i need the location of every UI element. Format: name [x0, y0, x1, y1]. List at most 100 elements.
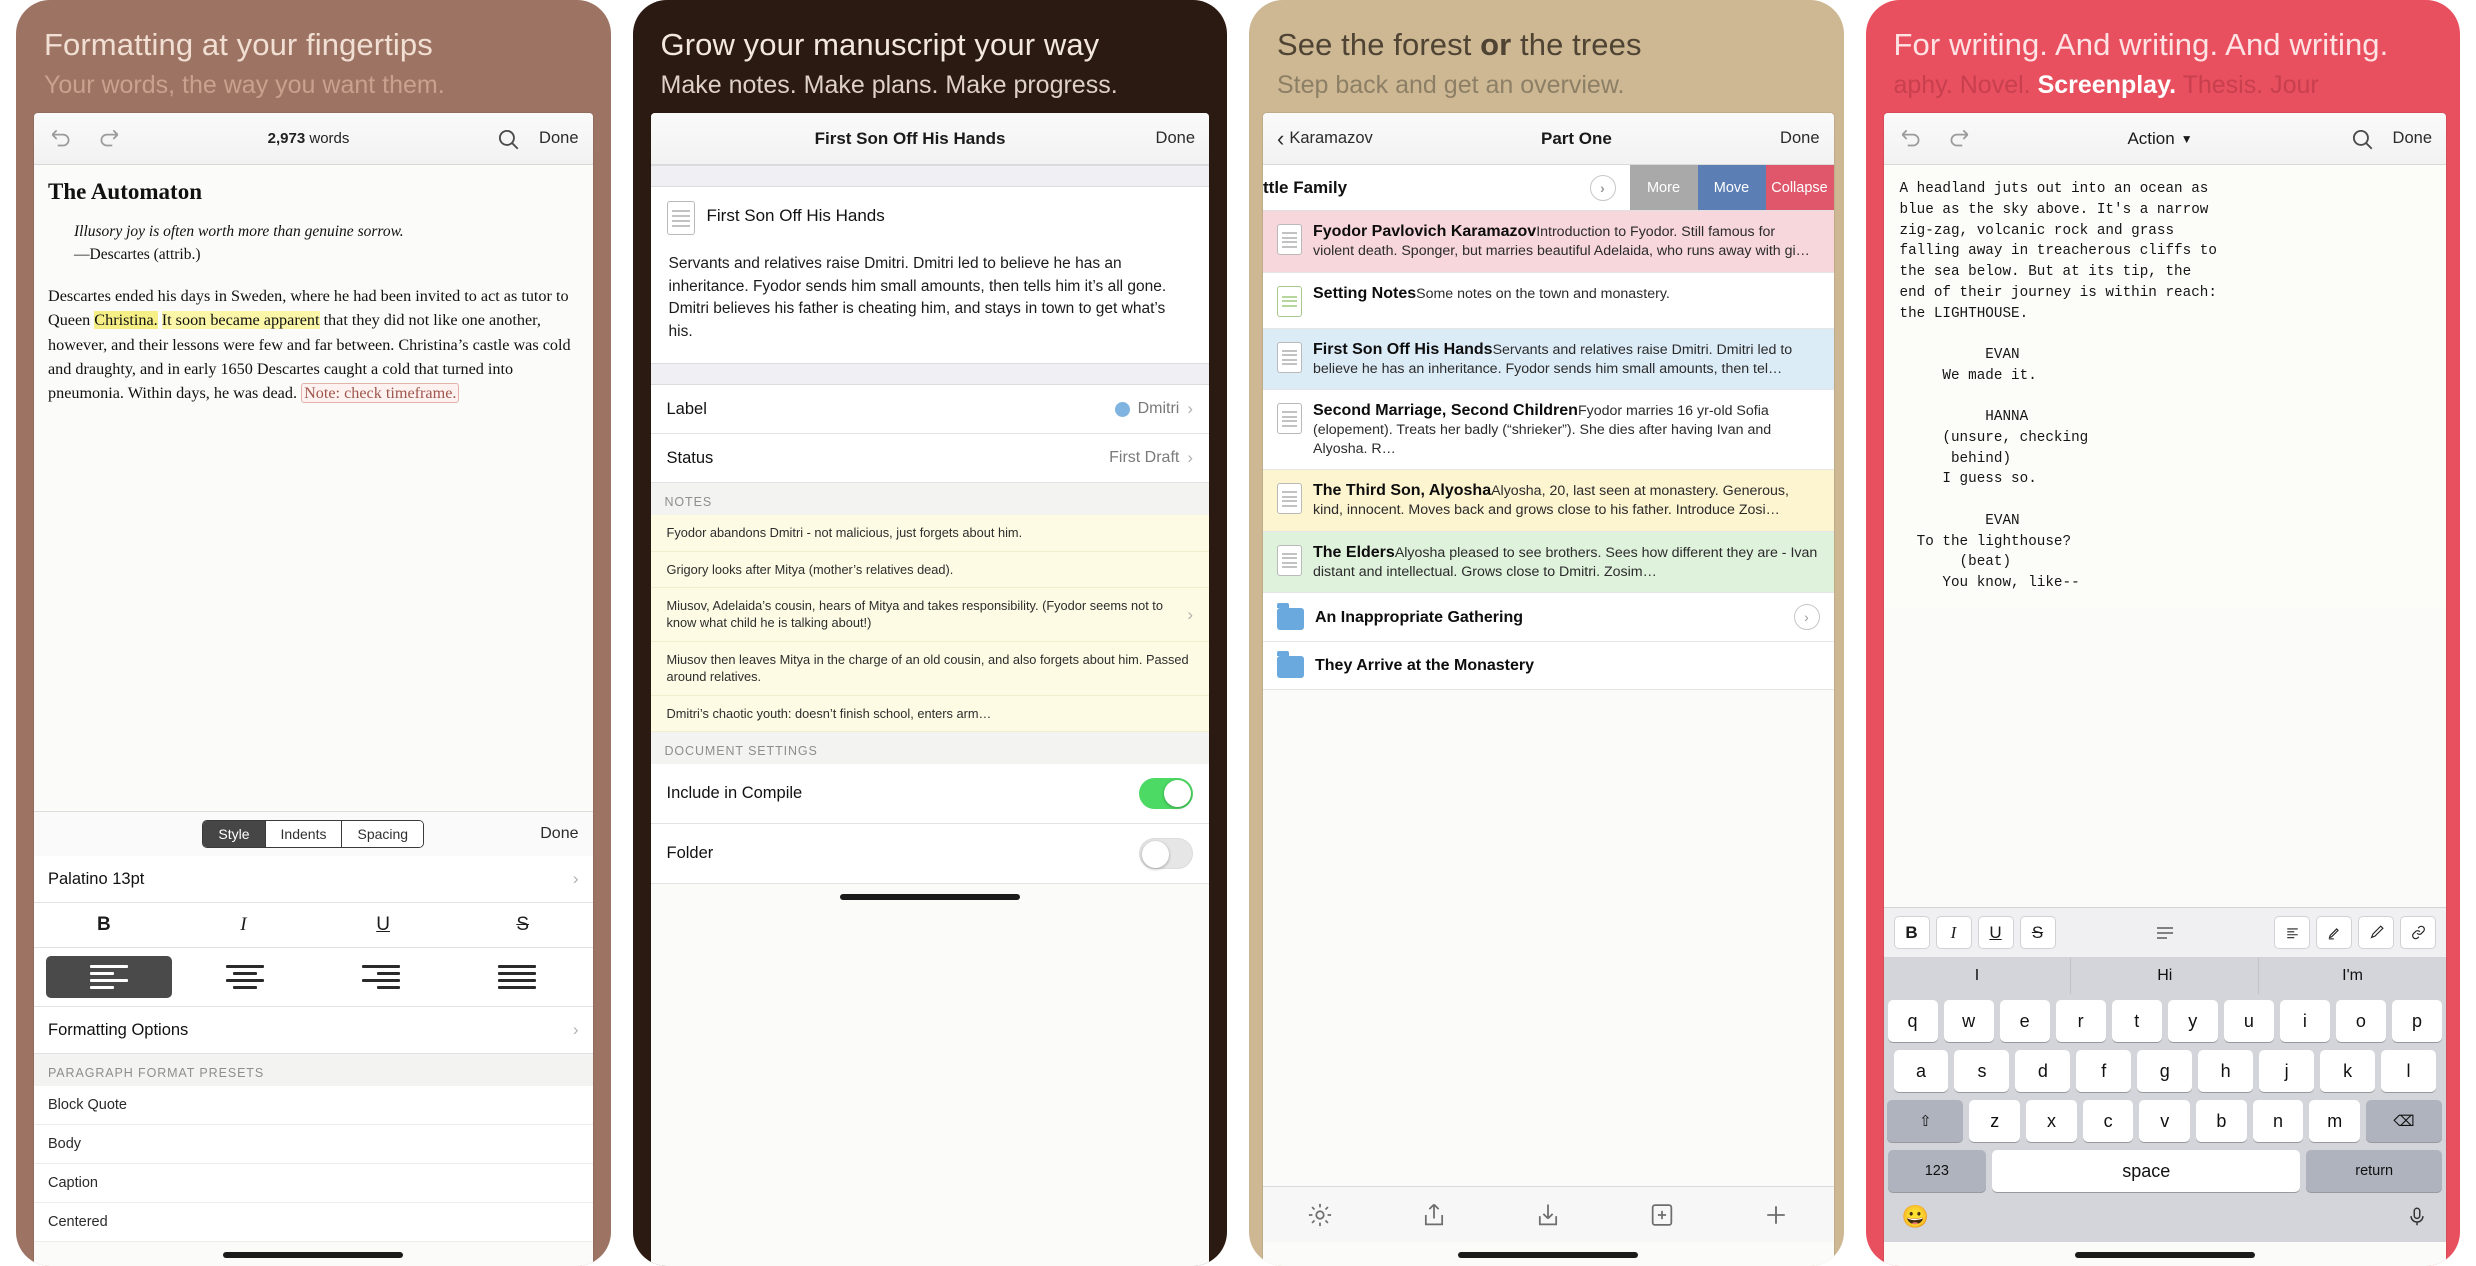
note-item[interactable]: Grigory looks after Mitya (mother’s rela… — [650, 552, 1209, 588]
label-row[interactable]: Label Dmitri › — [650, 385, 1209, 435]
note-item[interactable]: Miusov, Adelaida’s cousin, hears of Mity… — [650, 588, 1209, 642]
numbers-key[interactable]: 123 — [1887, 1150, 1987, 1192]
key-u[interactable]: u — [2223, 1000, 2274, 1042]
segment-indents[interactable]: Indents — [265, 821, 343, 847]
outline-row[interactable]: The Third Son, AlyoshaAlyosha, 20, last … — [1263, 470, 1834, 532]
chevron-right-circle-icon[interactable]: › — [1793, 604, 1820, 631]
italic-button[interactable]: I — [174, 903, 314, 947]
note-item[interactable]: Fyodor abandons Dmitri - not malicious, … — [650, 515, 1209, 552]
return-key[interactable]: return — [2306, 1150, 2442, 1192]
key-o[interactable]: o — [2335, 1000, 2386, 1042]
align-center-button[interactable] — [182, 956, 308, 998]
outline-row[interactable]: The EldersAlyosha pleased to see brother… — [1263, 531, 1834, 594]
key-l[interactable]: l — [2381, 1050, 2436, 1092]
segment-style[interactable]: Style — [203, 821, 266, 847]
backspace-icon[interactable]: ⌫ — [2366, 1100, 2443, 1142]
shift-icon[interactable]: ⇧ — [1887, 1100, 1964, 1142]
search-icon[interactable] — [2349, 126, 2375, 152]
key-t[interactable]: t — [2111, 1000, 2162, 1042]
bold-button[interactable]: B — [34, 903, 174, 947]
new-document-icon[interactable] — [1648, 1201, 1676, 1229]
outline-row[interactable]: Second Marriage, Second ChildrenFyodor m… — [1263, 390, 1834, 471]
key-c[interactable]: c — [2082, 1100, 2134, 1142]
key-p[interactable]: p — [2391, 1000, 2442, 1042]
note-item[interactable]: Miusov then leaves Mitya in the charge o… — [650, 642, 1209, 696]
status-row[interactable]: Status First Draft › — [650, 434, 1209, 484]
pen-icon[interactable] — [2358, 916, 2394, 949]
key-g[interactable]: g — [2137, 1050, 2193, 1092]
key-x[interactable]: x — [2026, 1100, 2077, 1142]
collapse-button[interactable]: Collapse — [1765, 165, 1834, 211]
done-button[interactable]: Done — [539, 129, 578, 148]
key-r[interactable]: r — [2055, 1000, 2106, 1042]
suggestion-2[interactable]: Hi — [2071, 958, 2260, 994]
done-button[interactable]: Done — [1780, 129, 1819, 148]
folder-row[interactable]: Folder — [650, 823, 1209, 884]
outline-row[interactable]: First Son Off His HandsServants and rela… — [1263, 328, 1834, 391]
space-key[interactable]: space — [1992, 1150, 2301, 1192]
key-v[interactable]: v — [2139, 1100, 2191, 1142]
strikethrough-button[interactable]: S — [453, 903, 593, 947]
key-s[interactable]: s — [1954, 1050, 2010, 1092]
align-right-button[interactable] — [318, 956, 444, 998]
key-z[interactable]: z — [1969, 1100, 2021, 1142]
key-f[interactable]: f — [2076, 1050, 2132, 1092]
redo-icon[interactable] — [1946, 126, 1972, 152]
segment-spacing[interactable]: Spacing — [342, 821, 424, 847]
chevron-right-circle-icon[interactable]: › — [1589, 174, 1616, 201]
link-icon[interactable] — [2400, 916, 2436, 949]
strikethrough-button[interactable]: S — [2019, 916, 2056, 949]
key-e[interactable]: e — [1999, 1000, 2050, 1042]
outline-row[interactable]: Setting NotesSome notes on the town and … — [1263, 272, 1834, 329]
preset-caption[interactable]: Caption — [34, 1164, 593, 1203]
folder-toggle[interactable] — [1139, 837, 1193, 869]
preset-block-quote[interactable]: Block Quote — [34, 1086, 593, 1125]
undo-icon[interactable] — [1898, 126, 1924, 152]
inline-note[interactable]: Note: check timeframe. — [301, 382, 460, 403]
search-icon[interactable] — [495, 126, 521, 152]
underline-button[interactable]: U — [1977, 916, 2014, 949]
document-header-row[interactable]: First Son Off His Hands — [650, 187, 1209, 250]
done-button[interactable]: Done — [2393, 129, 2432, 148]
key-n[interactable]: n — [2252, 1100, 2304, 1142]
italic-button[interactable]: I — [1935, 916, 1972, 949]
key-k[interactable]: k — [2320, 1050, 2376, 1092]
format-done-button[interactable]: Done — [540, 825, 578, 843]
outline-row[interactable]: They Arrive at the Monastery — [1263, 642, 1834, 691]
preset-centered[interactable]: Centered — [34, 1203, 593, 1242]
underline-button[interactable]: U — [313, 903, 453, 947]
gear-icon[interactable] — [1306, 1201, 1334, 1229]
microphone-icon[interactable] — [2406, 1206, 2428, 1228]
more-button[interactable]: More — [1629, 165, 1698, 211]
note-item[interactable]: Dmitri’s chaotic youth: doesn’t finish s… — [650, 696, 1209, 732]
key-j[interactable]: j — [2259, 1050, 2315, 1092]
key-d[interactable]: d — [2015, 1050, 2071, 1092]
key-b[interactable]: b — [2196, 1100, 2247, 1142]
key-a[interactable]: a — [1893, 1050, 1949, 1092]
document-body[interactable]: The Automaton Illusory joy is often wort… — [34, 165, 593, 811]
outline-row[interactable]: Fyodor Pavlovich KaramazovIntroduction t… — [1263, 211, 1834, 273]
download-icon[interactable] — [1534, 1201, 1562, 1229]
preset-body[interactable]: Body — [34, 1125, 593, 1164]
share-icon[interactable] — [1420, 1201, 1448, 1229]
suggestion-1[interactable]: I — [1884, 958, 2072, 994]
bold-button[interactable]: B — [1893, 916, 1930, 949]
swiped-row-label[interactable]: ttle Family › — [1263, 165, 1630, 210]
align-justify-button[interactable] — [454, 956, 580, 998]
plus-icon[interactable] — [1762, 1201, 1790, 1229]
back-button[interactable]: ‹ Karamazov — [1277, 127, 1373, 150]
list-icon[interactable] — [2153, 921, 2177, 945]
align-left-button[interactable] — [46, 956, 173, 998]
synopsis-text[interactable]: Servants and relatives raise Dmitri. Dmi… — [650, 249, 1209, 364]
highlighter-icon[interactable] — [2316, 916, 2352, 949]
key-h[interactable]: h — [2198, 1050, 2254, 1092]
align-icon[interactable] — [2274, 916, 2310, 949]
emoji-icon[interactable]: 😀 — [1902, 1204, 1929, 1230]
font-row[interactable]: Palatino 13pt › — [34, 856, 593, 903]
undo-icon[interactable] — [48, 126, 74, 152]
done-button[interactable]: Done — [1156, 129, 1195, 148]
key-m[interactable]: m — [2309, 1100, 2361, 1142]
key-i[interactable]: i — [2279, 1000, 2330, 1042]
include-in-compile-toggle[interactable] — [1139, 777, 1193, 809]
move-button[interactable]: Move — [1697, 165, 1766, 211]
